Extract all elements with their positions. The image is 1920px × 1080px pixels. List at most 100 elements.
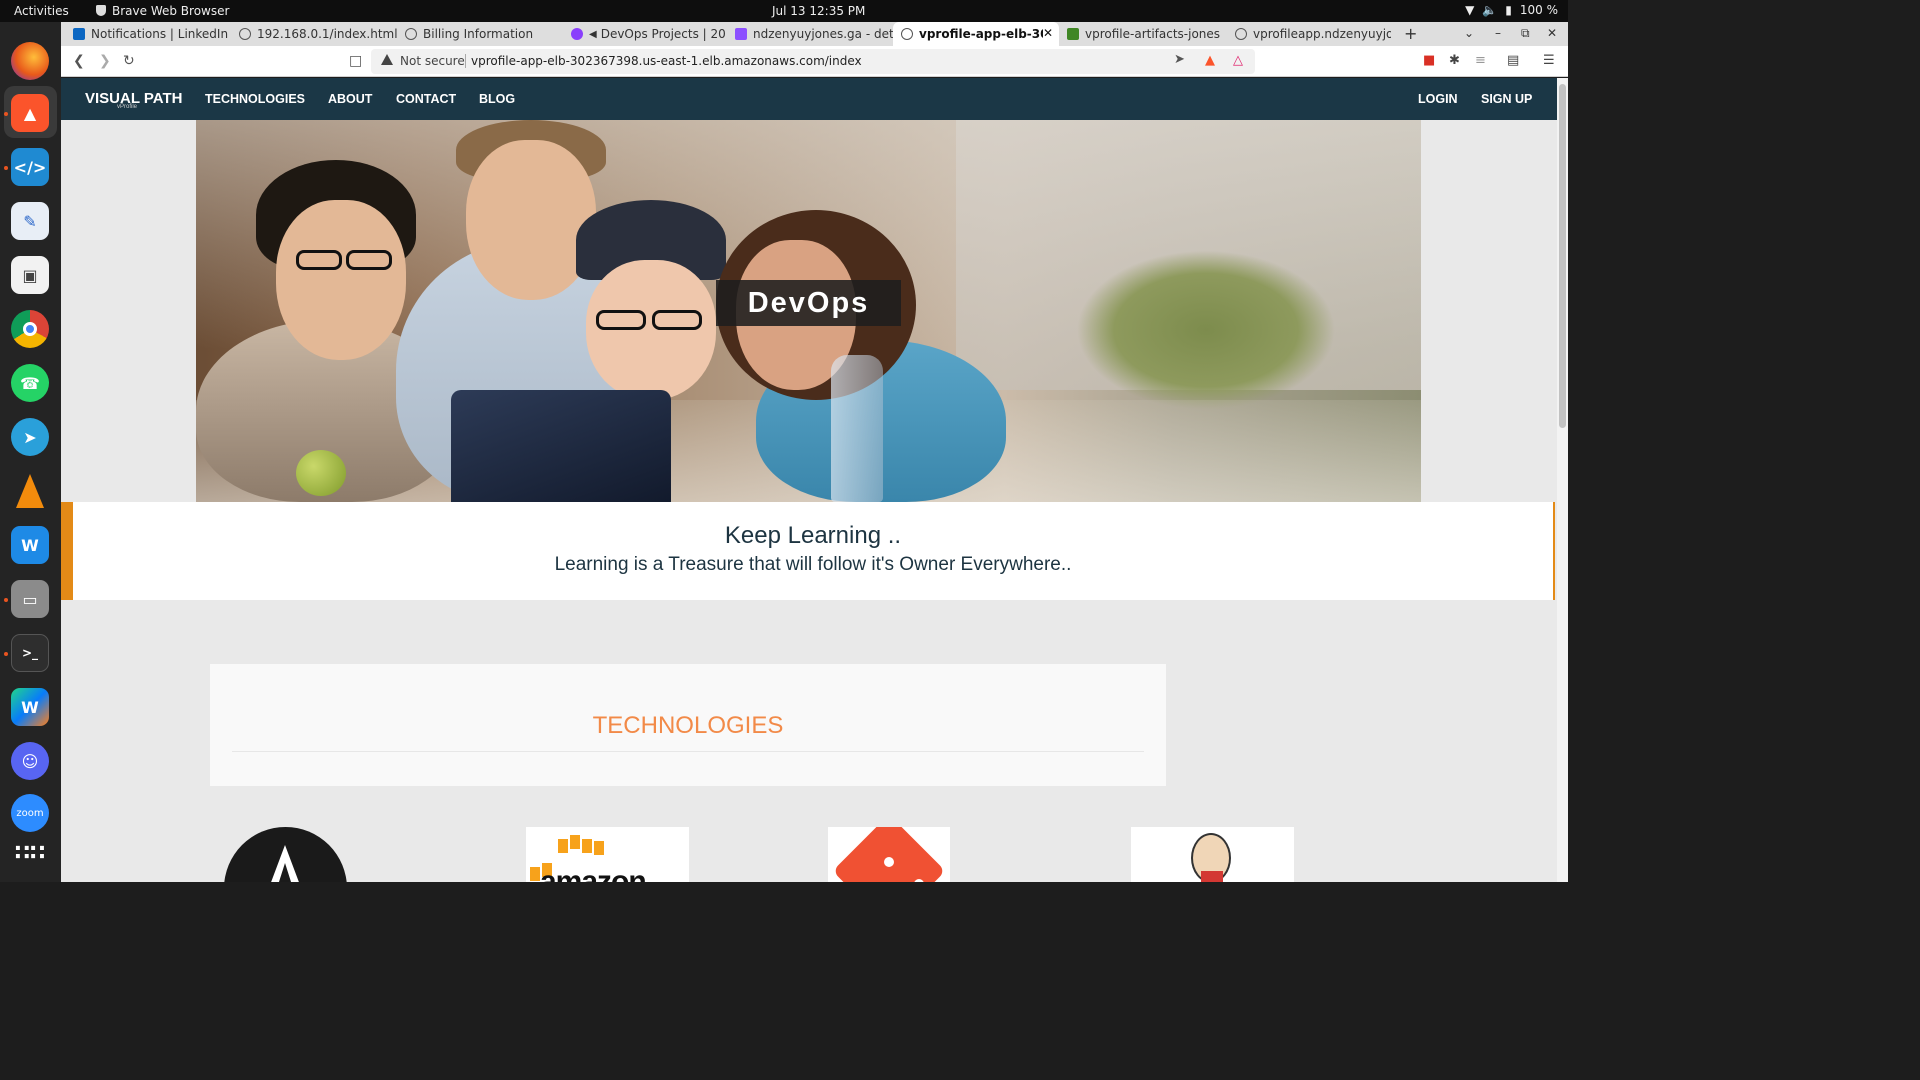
system-top-bar: Activities Brave Web Browser Jul 13 12:3… [0, 0, 1568, 22]
running-indicator [4, 166, 8, 170]
vscode-icon[interactable]: </> [11, 148, 49, 186]
wifi-icon: ▼ [1465, 3, 1475, 17]
divider [465, 54, 466, 68]
reading-list-icon[interactable]: ≡ [1475, 53, 1486, 68]
tab[interactable]: Billing Information [397, 22, 563, 46]
hero-bottle [831, 355, 883, 502]
tab-active[interactable]: vprofile-app-elb-302✕ [893, 22, 1059, 46]
tab-search-icon[interactable]: ⌄ [1464, 26, 1474, 40]
git-logo[interactable] [828, 827, 950, 882]
nav-contact[interactable]: CONTACT [396, 92, 456, 106]
app-name: Brave Web Browser [112, 4, 230, 18]
restore-icon[interactable]: ⧉ [1521, 26, 1530, 41]
clock[interactable]: Jul 13 12:35 PM [772, 4, 865, 18]
webstorm-icon[interactable]: W [11, 688, 49, 726]
quote-text: Learning is a Treasure that will follow … [554, 554, 1072, 575]
app-menu[interactable]: Brave Web Browser [96, 4, 229, 18]
ansible-a-cut [278, 863, 292, 882]
globe-icon [405, 28, 417, 40]
scrollbar-thumb[interactable] [1559, 84, 1566, 428]
divider [232, 751, 1144, 752]
nav-about[interactable]: ABOUT [328, 92, 372, 106]
linkedin-icon [73, 28, 85, 40]
whatsapp-icon[interactable]: ☎ [11, 364, 49, 402]
files-icon[interactable]: ▭ [11, 580, 49, 618]
hero-caption: DevOps [716, 280, 901, 326]
zoom-label: zoom [16, 807, 44, 819]
nav-login[interactable]: LOGIN [1418, 92, 1458, 106]
brave-shields-icon[interactable]: ▲ [1205, 53, 1215, 68]
menu-icon[interactable]: ☰ [1543, 53, 1555, 68]
discord-icon[interactable]: ☺ [11, 742, 49, 780]
reader-icon[interactable]: ▣ [11, 256, 49, 294]
dock: ▲ </> ✎ ▣ ☎ ➤ W ▭ >_ W ☺ zoom ∷∷ [0, 22, 61, 882]
close-window-icon[interactable]: ✕ [1547, 26, 1557, 40]
running-indicator [4, 598, 8, 602]
tab[interactable]: ndzenyuyjones.ga - deta [727, 22, 893, 46]
page-scrollbar[interactable] [1557, 78, 1568, 882]
jenkins-tie [1201, 871, 1223, 882]
git-node [914, 879, 924, 882]
new-tab-button[interactable]: + [1404, 24, 1417, 43]
globe-icon [1235, 28, 1247, 40]
system-tray[interactable]: ▼ 🔈 ▮ 100 % [1465, 3, 1558, 17]
nav-signup[interactable]: SIGN UP [1481, 92, 1532, 106]
hero-laptop [451, 390, 671, 502]
warning-icon [381, 54, 393, 65]
tab[interactable]: 192.168.0.1/index.html# [231, 22, 397, 46]
app-grid-icon[interactable]: ∷∷ [11, 834, 49, 872]
aws-cube [530, 867, 540, 881]
git-diamond [832, 827, 946, 882]
person-3-glasses [596, 310, 646, 330]
aws-cube [570, 835, 580, 849]
close-tab-icon[interactable]: ✕ [1043, 26, 1053, 40]
amazon-logo[interactable]: amazon [526, 827, 689, 882]
brave-icon [96, 5, 106, 16]
extensions-icon[interactable]: ✱ [1449, 53, 1460, 68]
page-viewport: VISUAL PATH vProfile TECHNOLOGIES ABOUT … [61, 78, 1557, 882]
back-icon[interactable]: ❮ [73, 53, 85, 69]
chrome-icon[interactable] [11, 310, 49, 348]
hero-apple [296, 450, 346, 496]
wps-icon[interactable]: W [11, 526, 49, 564]
s3-icon [1067, 28, 1079, 40]
aws-wordmark: amazon [540, 865, 647, 882]
running-indicator [4, 652, 8, 656]
address-bar[interactable]: Not secure vprofile-app-elb-302367398.us… [371, 49, 1255, 74]
telegram-icon[interactable]: ➤ [11, 418, 49, 456]
tab[interactable]: Notifications | LinkedIn [65, 22, 231, 46]
bookmark-icon[interactable]: □ [349, 53, 362, 69]
ansible-logo[interactable] [224, 827, 347, 882]
reload-icon[interactable]: ↻ [123, 53, 135, 69]
zoom-icon[interactable]: zoom [11, 794, 49, 832]
activities-button[interactable]: Activities [14, 4, 69, 18]
text-editor-icon[interactable]: ✎ [11, 202, 49, 240]
url-text[interactable]: vprofile-app-elb-302367398.us-east-1.elb… [471, 54, 862, 68]
security-label[interactable]: Not secure [400, 54, 465, 68]
terminal-icon[interactable]: >_ [11, 634, 49, 672]
share-icon[interactable]: ➤ [1174, 52, 1185, 67]
volume-icon: 🔈 [1482, 3, 1498, 17]
firefox-icon[interactable] [11, 42, 49, 80]
jenkins-logo[interactable] [1131, 827, 1294, 882]
hero-shrub [1076, 250, 1336, 410]
minimize-icon[interactable]: – [1495, 26, 1501, 40]
forward-icon[interactable]: ❯ [99, 53, 111, 69]
route53-icon [735, 28, 747, 40]
tab[interactable]: vprofileapp.ndzenyuyjor [1227, 22, 1391, 46]
running-indicator [4, 112, 8, 116]
brave-rewards-icon[interactable]: △ [1233, 53, 1243, 68]
tab[interactable]: vprofile-artifacts-jones [1059, 22, 1227, 46]
nav-blog[interactable]: BLOG [479, 92, 515, 106]
tab[interactable]: ◀ DevOps Projects | 20 [563, 22, 727, 46]
quote-heading: Keep Learning .. [724, 522, 902, 549]
battery-level: 100 % [1519, 3, 1558, 17]
person-3-glasses [652, 310, 702, 330]
extension-badge-icon[interactable]: ■ [1423, 53, 1435, 68]
vlc-icon[interactable] [11, 472, 49, 510]
brave-icon[interactable]: ▲ [11, 94, 49, 132]
nav-technologies[interactable]: TECHNOLOGIES [205, 92, 305, 106]
wallet-icon[interactable]: ▤ [1507, 53, 1519, 68]
person-1-face [276, 200, 406, 360]
site-brand-sub: vProfile [117, 104, 138, 110]
